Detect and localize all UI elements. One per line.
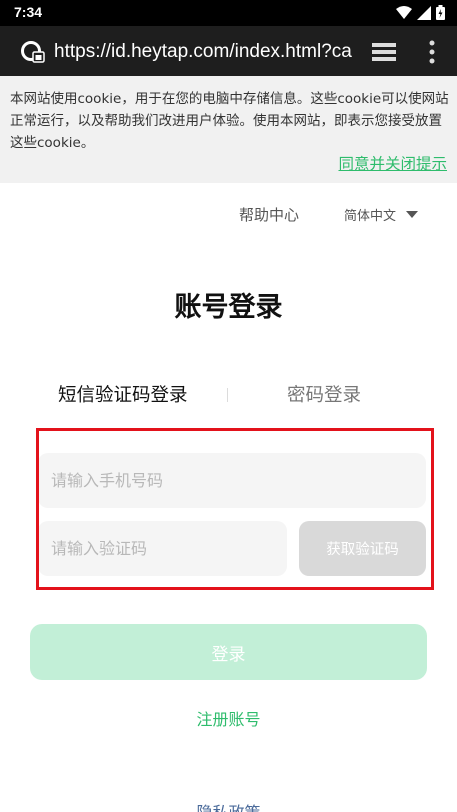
tab-divider [227, 388, 228, 402]
battery-icon [436, 5, 445, 20]
language-label: 简体中文 [344, 209, 397, 224]
language-select[interactable]: 简体中文 [344, 205, 419, 224]
url-bar[interactable]: https://id.heytap.com/index.html?callbac… [54, 40, 352, 64]
status-icons [396, 5, 445, 20]
tab-sms-login[interactable]: 短信验证码登录 [58, 381, 188, 407]
dropdown-arrow-icon [406, 210, 419, 218]
tab-password-login[interactable]: 密码登录 [287, 381, 361, 407]
help-center-link[interactable]: 帮助中心 [239, 204, 299, 225]
highlight-box [36, 428, 434, 590]
menu-dots-icon[interactable] [424, 39, 440, 65]
status-bar: 7:34 [0, 0, 457, 26]
site-info-icon[interactable] [20, 40, 46, 64]
page-title: 账号登录 [174, 292, 283, 323]
tabs-icon[interactable] [370, 41, 398, 63]
register-link[interactable]: 注册账号 [0, 706, 457, 730]
status-time: 7:34 [14, 4, 43, 20]
signal-icon [417, 5, 431, 20]
cookie-accept-link[interactable]: 同意并关闭提示 [338, 152, 447, 174]
browser-toolbar: https://id.heytap.com/index.html?callbac… [0, 26, 457, 76]
privacy-policy-link[interactable]: 隐私政策 [0, 799, 457, 812]
cookie-notice-text: 本网站使用cookie，用于在您的电脑中存储信息。这些cookie可以使网站正常… [10, 91, 449, 151]
login-button[interactable]: 登录 [30, 624, 427, 680]
wifi-icon [396, 5, 412, 19]
